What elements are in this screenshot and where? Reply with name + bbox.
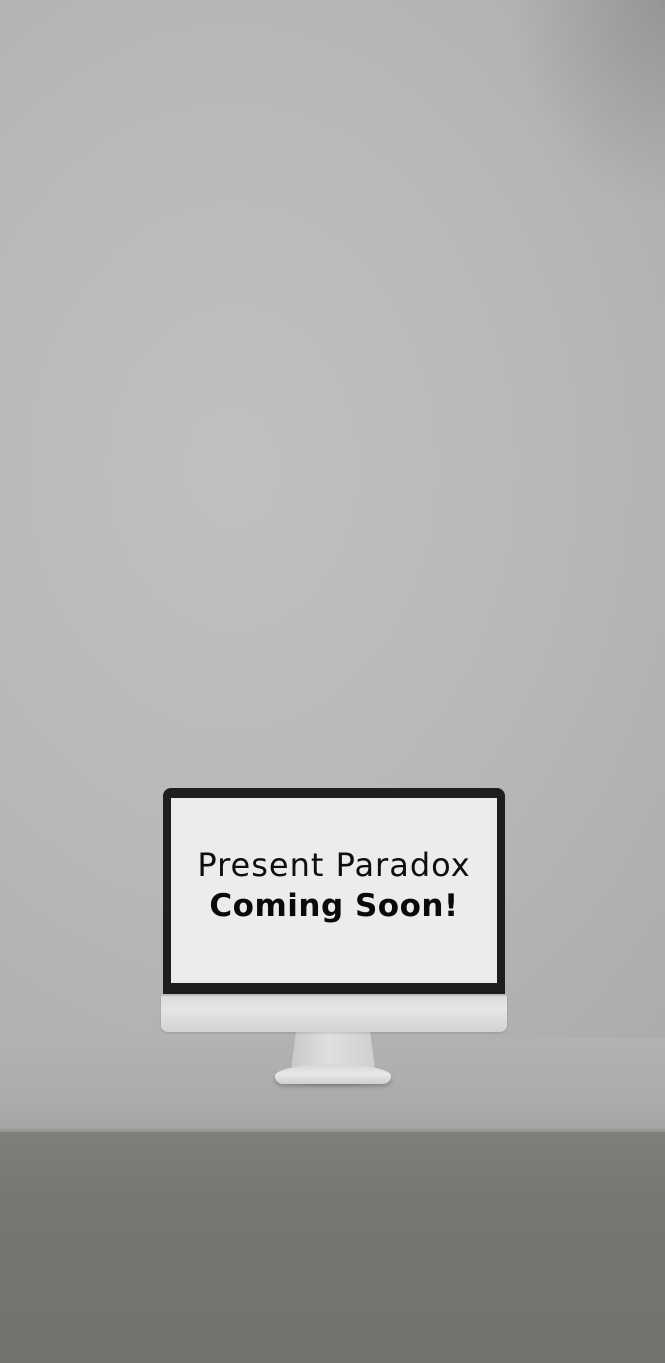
- monitor-screen: Present Paradox Coming Soon!: [171, 798, 497, 983]
- background-scene: Present Paradox Coming Soon!: [0, 0, 665, 1363]
- monitor-stand-base: [275, 1064, 391, 1084]
- wall-shadow: [465, 0, 665, 420]
- coming-soon-text: Coming Soon!: [209, 887, 459, 924]
- monitor-bezel: Present Paradox Coming Soon!: [163, 788, 505, 994]
- headline-text: Present Paradox: [197, 845, 471, 884]
- monitor-chin-divider: [161, 994, 507, 996]
- desk-front: [0, 1132, 665, 1363]
- monitor-chin: [161, 994, 507, 1032]
- monitor: Present Paradox Coming Soon!: [161, 788, 507, 1032]
